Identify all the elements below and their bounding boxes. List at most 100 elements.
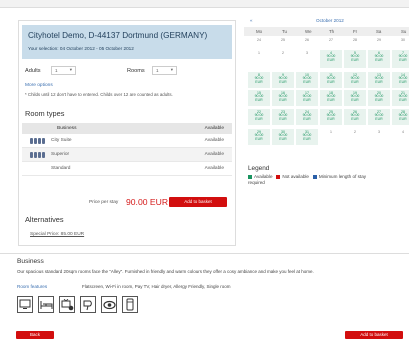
calendar-day: 27 bbox=[329, 38, 333, 42]
single-room-icon bbox=[122, 296, 138, 313]
calendar-day: 26 bbox=[305, 38, 309, 42]
divider bbox=[0, 253, 409, 254]
calendar-day[interactable]: 11 90.00 EUR bbox=[320, 72, 342, 88]
room-availability: Available bbox=[204, 166, 224, 171]
calendar-day[interactable]: 15 90.00 EUR bbox=[248, 90, 270, 106]
calendar-day[interactable]: 27 90.00 EUR bbox=[368, 109, 390, 125]
calendar-day[interactable]: 13 90.00 EUR bbox=[368, 72, 390, 88]
calendar: « October 2012 Mo Tu We Th Fr Sa Su 24 25… bbox=[244, 16, 409, 145]
legend-min-stay: Minimum length of stay bbox=[318, 174, 367, 179]
calendar-day[interactable]: 19 90.00 EUR bbox=[344, 90, 366, 106]
calendar-day: 4 bbox=[402, 130, 404, 134]
header-business: Business bbox=[57, 126, 77, 131]
room-availability: Available bbox=[204, 152, 224, 157]
weekday-label: Sa bbox=[376, 29, 382, 34]
calendar-day: 29 bbox=[377, 38, 381, 42]
booking-panel: Cityhotel Demo, D-44137 Dortmund (GERMAN… bbox=[18, 20, 236, 246]
calendar-day: 1 bbox=[330, 130, 332, 134]
price-label: Price per stay bbox=[89, 200, 119, 205]
header-available: Available bbox=[204, 126, 224, 131]
pay-tv-icon bbox=[59, 296, 75, 313]
calendar-header: « October 2012 bbox=[244, 16, 409, 26]
calendar-day[interactable]: 22 90.00 EUR bbox=[248, 109, 270, 125]
table-row[interactable]: Superior Available bbox=[22, 148, 232, 162]
weekday-label: Mo bbox=[256, 29, 263, 34]
childs-note: * Childs until 12 don't have to entered.… bbox=[25, 92, 173, 97]
hotel-header: Cityhotel Demo, D-44137 Dortmund (GERMAN… bbox=[22, 25, 232, 59]
calendar-day[interactable]: 24 90.00 EUR bbox=[296, 109, 318, 125]
persons-icon bbox=[30, 138, 45, 144]
chevron-down-icon: ▾ bbox=[170, 67, 173, 72]
more-options-link[interactable]: More options bbox=[25, 83, 53, 88]
legend-required: required bbox=[248, 180, 265, 185]
calendar-day[interactable]: 4 90.00 EUR bbox=[320, 50, 342, 68]
calendar-day: 28 bbox=[353, 38, 357, 42]
rooms-select[interactable]: 1 ▾ bbox=[152, 66, 177, 75]
available-swatch bbox=[248, 174, 252, 179]
room-types-table: Business Available City Suite Available … bbox=[22, 123, 232, 176]
legend-not-available: Not available bbox=[282, 174, 309, 179]
business-title: Business bbox=[17, 258, 44, 265]
room-availability: Available bbox=[204, 138, 224, 143]
calendar-day: 1 bbox=[258, 51, 260, 55]
weekday-label: Fr bbox=[353, 29, 358, 34]
calendar-day[interactable]: 16 90.00 EUR bbox=[272, 90, 294, 106]
calendar-day[interactable]: 29 90.00 EUR bbox=[248, 129, 270, 145]
legend-available: Available bbox=[254, 174, 273, 179]
adults-value: 1 bbox=[55, 68, 58, 73]
calendar-day[interactable]: 25 90.00 EUR bbox=[320, 109, 342, 125]
chevron-down-icon: ▾ bbox=[69, 67, 72, 72]
selection-text: Your selection: 04 October 2012 - 05 Oct… bbox=[28, 46, 134, 51]
top-bar bbox=[0, 0, 409, 8]
prev-month-icon[interactable]: « bbox=[250, 18, 253, 23]
business-description: Our spacious standard 20sqm rooms face t… bbox=[17, 269, 314, 274]
calendar-day[interactable]: 5 90.00 EUR bbox=[344, 50, 366, 68]
rooms-label: Rooms bbox=[127, 68, 145, 74]
calendar-day[interactable]: 10 90.00 EUR bbox=[296, 72, 318, 88]
hotel-title: Cityhotel Demo, D-44137 Dortmund (GERMAN… bbox=[28, 31, 208, 40]
calendar-day[interactable]: 7 90.00 EUR bbox=[392, 50, 409, 68]
persons-icon bbox=[30, 152, 45, 158]
calendar-day[interactable]: 31 90.00 EUR bbox=[296, 129, 318, 145]
calendar-day[interactable]: 26 90.00 EUR bbox=[344, 109, 366, 125]
add-to-basket-button[interactable]: Add to basket bbox=[169, 197, 227, 207]
calendar-day[interactable]: 9 90.00 EUR bbox=[272, 72, 294, 88]
room-name: Superior bbox=[51, 152, 70, 157]
calendar-day: 3 bbox=[306, 51, 308, 55]
calendar-day[interactable]: 21 90.00 EUR bbox=[392, 90, 409, 106]
not-available-swatch bbox=[276, 174, 281, 179]
calendar-day[interactable]: 14 90.00 EUR bbox=[392, 72, 409, 88]
alternatives-title: Alternatives bbox=[25, 215, 64, 224]
calendar-day: 2 bbox=[354, 130, 356, 134]
legend-title: Legend bbox=[248, 165, 270, 172]
calendar-day: 2 bbox=[282, 51, 284, 55]
calendar-day: 3 bbox=[378, 130, 380, 134]
calendar-day[interactable]: 28 90.00 EUR bbox=[392, 109, 409, 125]
calendar-day[interactable]: 6 90.00 EUR bbox=[368, 50, 390, 68]
adults-select[interactable]: 1 ▾ bbox=[51, 66, 76, 75]
room-features-text: Flatscreen, Wi-Fi in room, Pay TV, Hair … bbox=[82, 284, 231, 289]
calendar-day: 24 bbox=[257, 38, 261, 42]
calendar-day[interactable]: 30 90.00 EUR bbox=[272, 129, 294, 145]
feature-icons bbox=[17, 296, 138, 313]
weekday-label: Su bbox=[401, 29, 407, 34]
calendar-month: October 2012 bbox=[316, 18, 344, 23]
special-price-link[interactable]: Special Price: 85.00 EUR bbox=[30, 232, 84, 237]
calendar-day[interactable]: 8 90.00 EUR bbox=[248, 72, 270, 88]
calendar-day[interactable]: 17 90.00 EUR bbox=[296, 90, 318, 106]
calendar-day[interactable]: 23 90.00 EUR bbox=[272, 109, 294, 125]
hair-dryer-icon bbox=[80, 296, 96, 313]
rooms-value: 1 bbox=[156, 68, 159, 73]
bed-icon bbox=[38, 296, 54, 313]
table-row[interactable]: Standard Available bbox=[22, 162, 232, 176]
legend: Legend Available Not available Minimum l… bbox=[248, 165, 408, 185]
calendar-day[interactable]: 18 90.00 EUR bbox=[320, 90, 342, 106]
calendar-day[interactable]: 20 90.00 EUR bbox=[368, 90, 390, 106]
room-name: City Suite bbox=[51, 138, 72, 143]
legend-items: Available Not available Minimum length o… bbox=[248, 174, 408, 186]
weekday-label: Tu bbox=[282, 29, 287, 34]
calendar-day[interactable]: 12 90.00 EUR bbox=[344, 72, 366, 88]
weekday-label: Th bbox=[329, 29, 335, 34]
table-row[interactable]: City Suite Available bbox=[22, 134, 232, 148]
room-name: Standard bbox=[51, 166, 71, 171]
